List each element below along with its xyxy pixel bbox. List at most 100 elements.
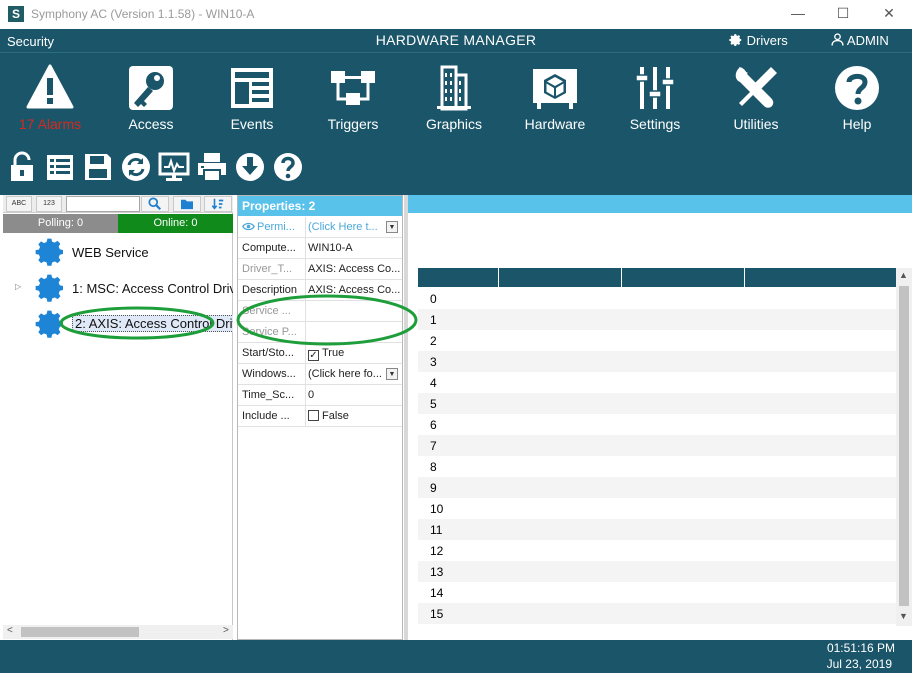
property-value[interactable]: AXIS: Access Co... xyxy=(308,284,400,296)
property-key: Service ... xyxy=(242,305,291,317)
scroll-thumb[interactable] xyxy=(21,627,139,637)
sort-alpha-button[interactable]: ABC xyxy=(6,196,32,212)
expand-arrow-icon[interactable]: ▷ xyxy=(15,282,21,291)
maximize-button[interactable]: ☐ xyxy=(820,0,866,29)
tree-horizontal-scrollbar[interactable]: < > xyxy=(3,625,233,639)
grid-column-header[interactable] xyxy=(418,268,499,287)
grid-row[interactable]: 3 xyxy=(418,351,896,372)
property-row-time-scale[interactable]: Time_Sc... 0 xyxy=(238,385,402,406)
utilities-icon xyxy=(735,67,777,108)
tree-toolbar: ABC 123 xyxy=(3,195,233,213)
scroll-left-arrow[interactable]: < xyxy=(7,625,13,636)
online-count: Online: 0 xyxy=(118,214,233,233)
nav-alarms[interactable]: 17 Alarms xyxy=(7,63,93,132)
property-row-service-path[interactable]: Service P... xyxy=(238,322,402,343)
nav-graphics[interactable]: Graphics xyxy=(411,63,497,132)
window-title-bar: S Symphony AC (Version 1.1.58) - WIN10-A… xyxy=(0,0,912,29)
save-icon[interactable] xyxy=(82,151,114,183)
grid-row-index: 10 xyxy=(430,502,444,516)
property-key: Driver_T... xyxy=(242,263,293,275)
grid-row[interactable]: 4 xyxy=(418,372,896,393)
scroll-thumb[interactable] xyxy=(899,286,909,606)
search-icon xyxy=(148,197,162,211)
scroll-up-arrow[interactable]: ▲ xyxy=(899,270,908,280)
tree-item-label: WEB Service xyxy=(72,245,149,260)
search-button[interactable] xyxy=(141,196,169,212)
grid-row[interactable]: 2 xyxy=(418,330,896,351)
grid-row[interactable]: 12 xyxy=(418,540,896,561)
property-value[interactable]: AXIS: Access Co... xyxy=(308,263,400,275)
grid-row[interactable]: 1 xyxy=(418,309,896,330)
grid-column-header[interactable] xyxy=(745,268,896,287)
start-stop-checkbox[interactable]: ✓ xyxy=(308,350,319,361)
property-row-start-stop[interactable]: Start/Sto... ✓ True xyxy=(238,343,402,364)
scroll-right-arrow[interactable]: > xyxy=(223,625,229,636)
nav-hardware-label: Hardware xyxy=(524,116,586,132)
tree-item-axis-driver[interactable]: 2: AXIS: Access Control Driver xyxy=(3,308,233,340)
polling-count: Polling: 0 xyxy=(3,214,118,233)
monitor-icon[interactable] xyxy=(158,151,190,183)
printer-icon[interactable] xyxy=(196,151,228,183)
sort-order-button[interactable] xyxy=(204,196,232,212)
window-title: Symphony AC (Version 1.1.58) - WIN10-A xyxy=(31,7,255,21)
grid-row[interactable]: 11 xyxy=(418,519,896,540)
nav-triggers-label: Triggers xyxy=(327,116,379,132)
grid-row-index: 7 xyxy=(430,439,437,453)
cell-divider xyxy=(305,322,306,343)
property-row-computer[interactable]: Compute... WIN10-A xyxy=(238,238,402,259)
grid-row[interactable]: 15 xyxy=(418,603,896,624)
property-row-driver-type[interactable]: Driver_T... AXIS: Access Co... xyxy=(238,259,402,280)
sort-numeric-button[interactable]: 123 xyxy=(36,196,62,212)
nav-hardware[interactable]: Hardware xyxy=(512,63,598,132)
include-checkbox[interactable] xyxy=(308,410,319,421)
tree-item-web-service[interactable]: WEB Service xyxy=(3,236,233,268)
minimize-button[interactable]: — xyxy=(775,0,821,29)
status-footer: 01:51:16 PM Jul 23, 2019 xyxy=(0,640,912,673)
nav-access[interactable]: Access xyxy=(108,63,194,132)
user-menu[interactable]: ADMIN xyxy=(831,33,889,48)
property-value[interactable]: 0 xyxy=(308,389,400,401)
grid-row[interactable]: 6 xyxy=(418,414,896,435)
user-icon xyxy=(831,33,844,46)
property-row-service-name[interactable]: Service ... xyxy=(238,301,402,322)
download-icon[interactable] xyxy=(234,151,266,183)
help-circle-icon[interactable] xyxy=(272,151,304,183)
property-row-windows[interactable]: Windows... (Click here fo... ▼ xyxy=(238,364,402,385)
grid-vertical-scrollbar[interactable]: ▲ ▼ xyxy=(896,268,912,626)
grid-row[interactable]: 10 xyxy=(418,498,896,519)
gear-icon xyxy=(35,238,63,266)
nav-triggers[interactable]: Triggers xyxy=(310,63,396,132)
property-value[interactable]: ✓ True xyxy=(308,347,400,361)
nav-help[interactable]: Help xyxy=(814,63,900,132)
property-value[interactable]: WIN10-A xyxy=(308,242,400,254)
list-icon[interactable] xyxy=(44,151,76,183)
refresh-icon[interactable] xyxy=(120,151,152,183)
grid-row[interactable]: 8 xyxy=(418,456,896,477)
lock-icon[interactable] xyxy=(6,151,38,183)
property-row-description[interactable]: Description AXIS: Access Co... xyxy=(238,280,402,301)
nav-events[interactable]: Events xyxy=(209,63,295,132)
close-button[interactable]: ✕ xyxy=(866,0,912,29)
grid-row[interactable]: 13 xyxy=(418,561,896,582)
scroll-down-arrow[interactable]: ▼ xyxy=(899,611,908,621)
grid-column-header[interactable] xyxy=(499,268,622,287)
nav-utilities[interactable]: Utilities xyxy=(713,63,799,132)
grid-column-header[interactable] xyxy=(622,268,745,287)
property-row-permissions[interactable]: Permi... (Click Here t... ▼ xyxy=(238,217,402,238)
nav-utilities-label: Utilities xyxy=(733,116,779,132)
property-row-include[interactable]: Include ... False xyxy=(238,406,402,427)
grid-row[interactable]: 9 xyxy=(418,477,896,498)
tree-item-msc-driver[interactable]: ▷ 1: MSC: Access Control Driver xyxy=(3,272,233,304)
dropdown-arrow-icon[interactable]: ▼ xyxy=(386,368,398,380)
grid-row[interactable]: 0 xyxy=(418,288,896,309)
grid-row[interactable]: 5 xyxy=(418,393,896,414)
grid-row[interactable]: 7 xyxy=(418,435,896,456)
nav-settings[interactable]: Settings xyxy=(612,63,698,132)
property-value[interactable]: False xyxy=(308,410,400,422)
dropdown-arrow-icon[interactable]: ▼ xyxy=(386,221,398,233)
tree-search-input[interactable] xyxy=(66,196,140,212)
drivers-button[interactable]: Drivers xyxy=(729,33,788,48)
grid-row[interactable]: 14 xyxy=(418,582,896,603)
cell-divider xyxy=(305,238,306,259)
folder-button[interactable] xyxy=(173,196,201,212)
